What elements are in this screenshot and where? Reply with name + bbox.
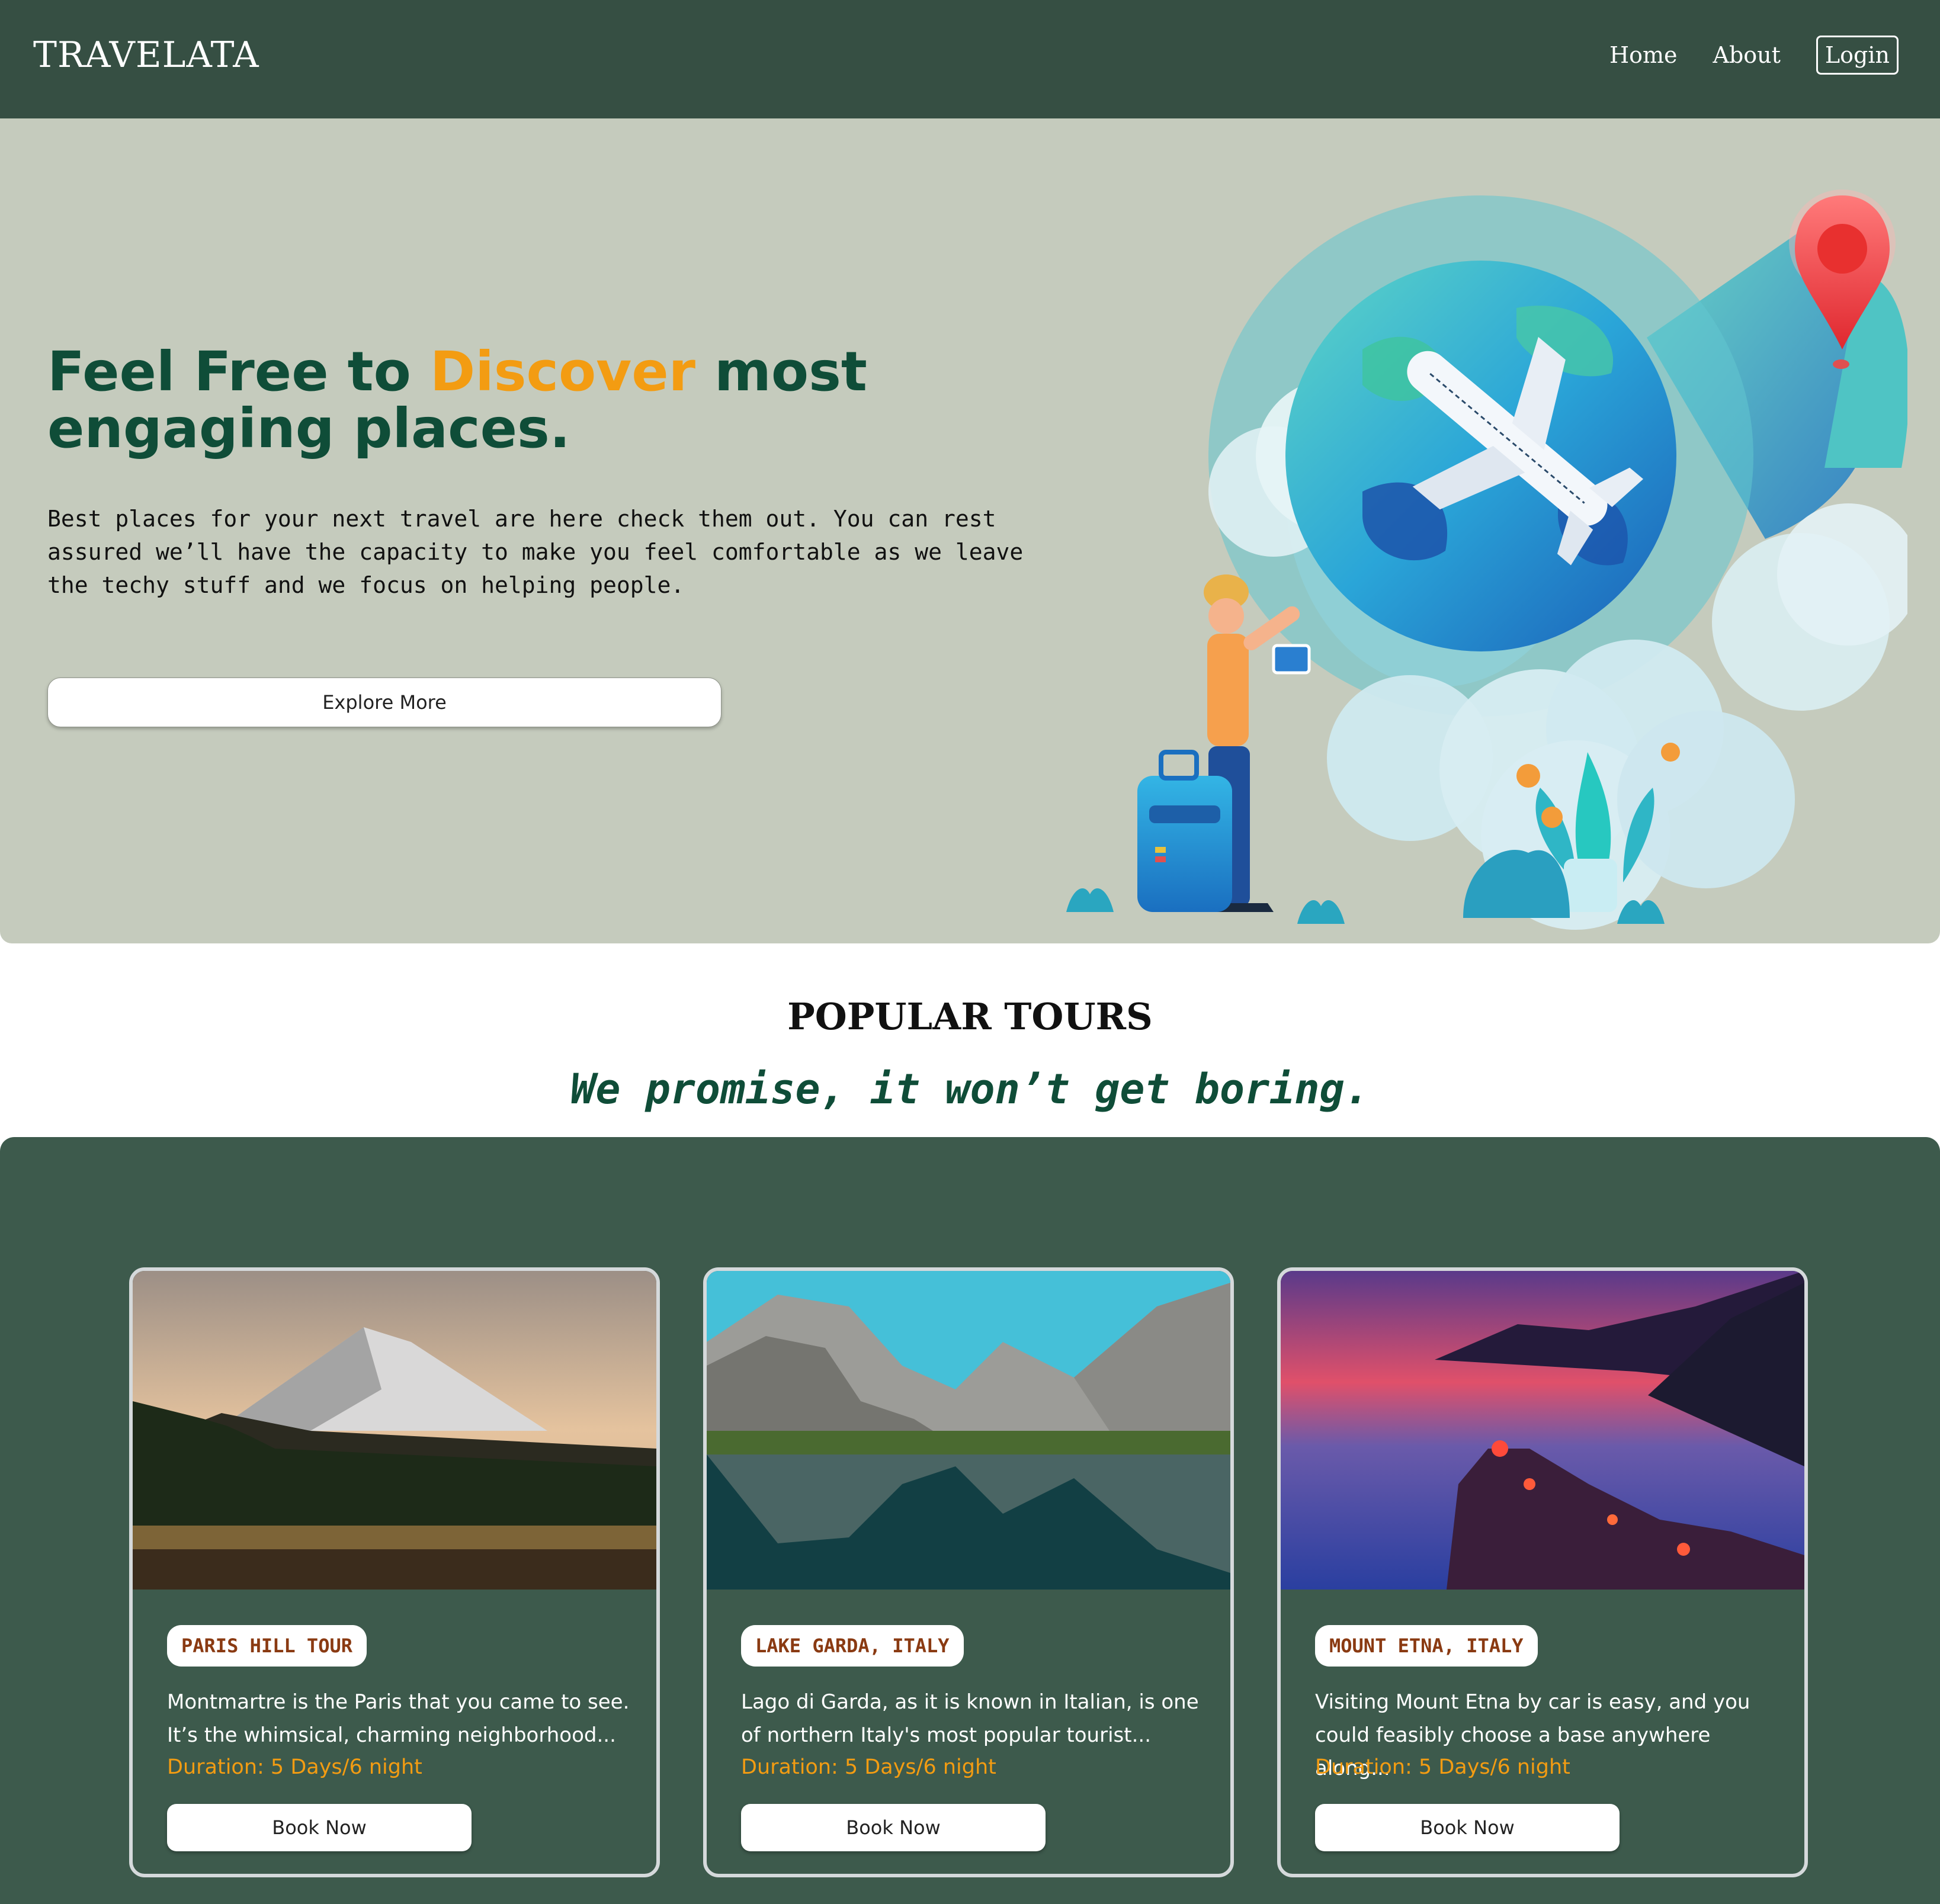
nav-login-button[interactable]: Login: [1816, 36, 1899, 75]
tour-image-mountain: [133, 1271, 656, 1590]
brand-logo[interactable]: TRAVELATA: [33, 34, 259, 76]
navbar: TRAVELATA Home About Login: [0, 0, 1940, 118]
nav-home-link[interactable]: Home: [1609, 42, 1678, 68]
nav-links: Home About Login: [1574, 36, 1899, 75]
tour-duration: Duration: 5 Days/6 night: [741, 1755, 996, 1779]
hero-title-start: Feel Free to: [47, 340, 430, 403]
travel-illustration: [1066, 190, 1907, 930]
tour-image-coast: [1281, 1271, 1804, 1590]
tour-card-mount-etna[interactable]: MOUNT ETNA, ITALY Visiting Mount Etna by…: [1277, 1267, 1808, 1877]
tour-tag: LAKE GARDA, ITALY: [741, 1625, 964, 1667]
tour-tag: PARIS HILL TOUR: [167, 1625, 367, 1667]
tour-description: Lago di Garda, as it is known in Italian…: [741, 1690, 1199, 1747]
nav-about-link[interactable]: About: [1713, 42, 1781, 68]
tour-duration: Duration: 5 Days/6 night: [1315, 1755, 1570, 1779]
tour-duration: Duration: 5 Days/6 night: [167, 1755, 422, 1779]
hero-section: Feel Free to Discover most engaging plac…: [0, 118, 1940, 943]
hero-description: Best places for your next travel are her…: [47, 506, 1024, 598]
book-now-button[interactable]: Book Now: [167, 1804, 472, 1851]
tour-card-paris[interactable]: PARIS HILL TOUR Montmartre is the Paris …: [129, 1267, 660, 1877]
hero-title-accent: Discover: [429, 340, 695, 403]
tour-description: Montmartre is the Paris that you came to…: [167, 1690, 630, 1747]
explore-more-button[interactable]: Explore More: [47, 678, 722, 727]
tour-tag: MOUNT ETNA, ITALY: [1315, 1625, 1538, 1667]
book-now-button[interactable]: Book Now: [1315, 1804, 1620, 1851]
section-subtitle: We promise, it won’t get boring.: [570, 1065, 1370, 1113]
tour-card-lake-garda[interactable]: LAKE GARDA, ITALY Lago di Garda, as it i…: [703, 1267, 1234, 1877]
tours-section: PARIS HILL TOUR Montmartre is the Paris …: [0, 1137, 1940, 1904]
hero-title: Feel Free to Discover most engaging plac…: [47, 343, 1066, 457]
book-now-button[interactable]: Book Now: [741, 1804, 1046, 1851]
tour-image-lake: [707, 1271, 1230, 1590]
section-title: POPULAR TOURS: [787, 995, 1153, 1038]
